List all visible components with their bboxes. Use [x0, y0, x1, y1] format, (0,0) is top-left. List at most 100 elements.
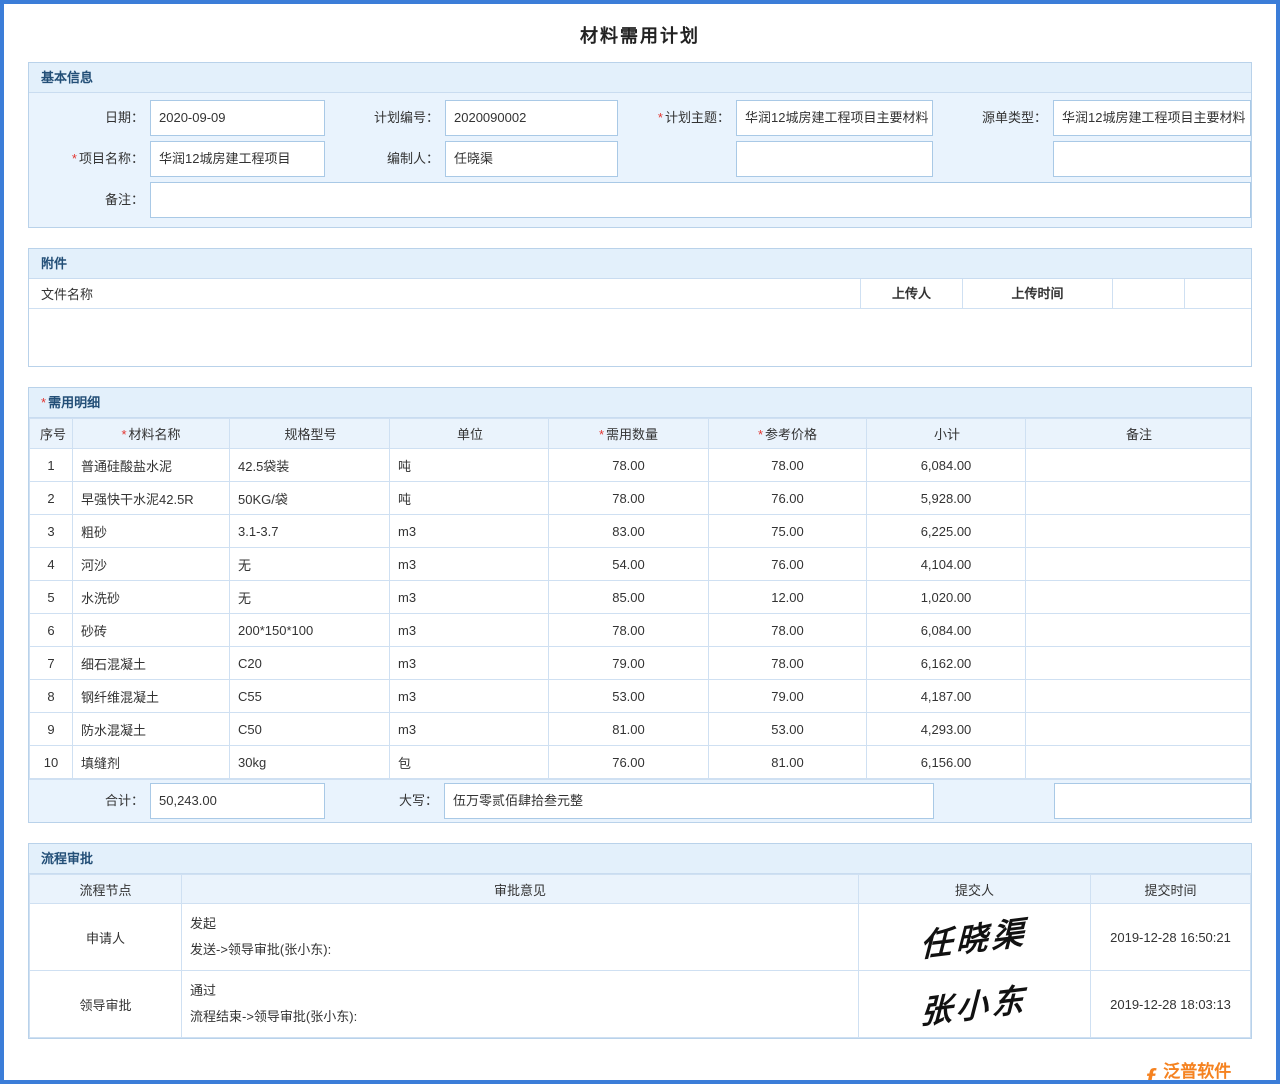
- cell-unit[interactable]: m3: [390, 647, 549, 680]
- preparer-field[interactable]: 任晓渠: [445, 141, 618, 177]
- cell-qty[interactable]: 83.00: [549, 515, 709, 548]
- cell-price[interactable]: 81.00: [709, 746, 867, 779]
- cell-signature: 张小东: [859, 971, 1091, 1038]
- cell-spec[interactable]: 42.5袋装: [230, 449, 390, 482]
- cell-unit[interactable]: m3: [390, 548, 549, 581]
- cell-subtotal: 6,084.00: [867, 614, 1026, 647]
- cell-price[interactable]: 78.00: [709, 449, 867, 482]
- detail-row: 3 粗砂 3.1-3.7 m3 83.00 75.00 6,225.00: [30, 515, 1251, 548]
- cell-unit[interactable]: m3: [390, 515, 549, 548]
- cell-remark[interactable]: [1026, 647, 1251, 680]
- source-type-field[interactable]: 华润12城房建工程项目主要材料: [1053, 100, 1251, 136]
- cell-remark[interactable]: [1026, 548, 1251, 581]
- cell-no: 10: [30, 746, 73, 779]
- cell-no: 7: [30, 647, 73, 680]
- cell-qty[interactable]: 81.00: [549, 713, 709, 746]
- cell-material[interactable]: 水洗砂: [73, 581, 230, 614]
- cell-material[interactable]: 砂砖: [73, 614, 230, 647]
- cell-material[interactable]: 填缝剂: [73, 746, 230, 779]
- detail-row: 7 细石混凝土 C20 m3 79.00 78.00 6,162.00: [30, 647, 1251, 680]
- cell-qty[interactable]: 54.00: [549, 548, 709, 581]
- cell-price[interactable]: 79.00: [709, 680, 867, 713]
- cell-opinion: 通过 流程结束->领导审批(张小东):: [182, 971, 859, 1038]
- cell-spec[interactable]: C50: [230, 713, 390, 746]
- cell-remark[interactable]: [1026, 515, 1251, 548]
- brand-text: 泛普软件 www.fanpusoft.com: [1163, 1063, 1250, 1084]
- cell-unit[interactable]: 包: [390, 746, 549, 779]
- plan-subject-field[interactable]: 华润12城房建工程项目主要材料: [736, 100, 933, 136]
- cell-material[interactable]: 普通硅酸盐水泥: [73, 449, 230, 482]
- cell-material[interactable]: 河沙: [73, 548, 230, 581]
- cell-material[interactable]: 细石混凝土: [73, 647, 230, 680]
- cell-unit[interactable]: m3: [390, 614, 549, 647]
- cell-unit[interactable]: 吨: [390, 449, 549, 482]
- cell-spec[interactable]: 50KG/袋: [230, 482, 390, 515]
- col-header-price: *参考价格: [709, 419, 867, 449]
- cell-price[interactable]: 12.00: [709, 581, 867, 614]
- cell-price[interactable]: 76.00: [709, 482, 867, 515]
- cell-subtotal: 4,104.00: [867, 548, 1026, 581]
- cell-subtotal: 6,156.00: [867, 746, 1026, 779]
- cell-material[interactable]: 早强快干水泥42.5R: [73, 482, 230, 515]
- remark-field[interactable]: [150, 182, 1251, 218]
- detail-header-row: 序号 *材料名称 规格型号 单位 *需用数量 *参考价格 小计 备注: [30, 419, 1251, 449]
- cell-price[interactable]: 78.00: [709, 614, 867, 647]
- cell-price[interactable]: 76.00: [709, 548, 867, 581]
- cell-no: 9: [30, 713, 73, 746]
- cell-remark[interactable]: [1026, 713, 1251, 746]
- empty-field-1[interactable]: [736, 141, 933, 177]
- cell-remark[interactable]: [1026, 482, 1251, 515]
- cell-material[interactable]: 防水混凝土: [73, 713, 230, 746]
- cell-qty[interactable]: 76.00: [549, 746, 709, 779]
- detail-row: 5 水洗砂 无 m3 85.00 12.00 1,020.00: [30, 581, 1251, 614]
- cell-spec[interactable]: 30kg: [230, 746, 390, 779]
- attachments-section: 附件 文件名称 上传人 上传时间: [28, 248, 1252, 367]
- cell-material[interactable]: 钢纤维混凝土: [73, 680, 230, 713]
- required-mark: *: [658, 110, 663, 125]
- cell-qty[interactable]: 78.00: [549, 614, 709, 647]
- cell-no: 4: [30, 548, 73, 581]
- cell-remark[interactable]: [1026, 746, 1251, 779]
- cell-spec[interactable]: 无: [230, 548, 390, 581]
- brand-name: 泛普软件: [1163, 1063, 1231, 1082]
- cell-spec[interactable]: C20: [230, 647, 390, 680]
- cell-price[interactable]: 75.00: [709, 515, 867, 548]
- cell-subtotal: 6,084.00: [867, 449, 1026, 482]
- cell-spec[interactable]: C55: [230, 680, 390, 713]
- cell-remark[interactable]: [1026, 680, 1251, 713]
- approval-row: 申请人 发起 发送->领导审批(张小东): 任晓渠 2019-12-28 16:…: [30, 904, 1251, 971]
- empty-field-2[interactable]: [1053, 141, 1251, 177]
- cell-material[interactable]: 粗砂: [73, 515, 230, 548]
- cell-remark[interactable]: [1026, 581, 1251, 614]
- cell-unit[interactable]: m3: [390, 680, 549, 713]
- attachments-extra-cell: [1184, 279, 1251, 309]
- cell-qty[interactable]: 78.00: [549, 482, 709, 515]
- col-header-subtotal: 小计: [867, 419, 1026, 449]
- detail-row: 9 防水混凝土 C50 m3 81.00 53.00 4,293.00: [30, 713, 1251, 746]
- cell-submit-time: 2019-12-28 18:03:13: [1091, 971, 1251, 1038]
- uploader-column-header: 上传人: [860, 279, 962, 309]
- detail-row: 10 填缝剂 30kg 包 76.00 81.00 6,156.00: [30, 746, 1251, 779]
- cell-unit[interactable]: m3: [390, 713, 549, 746]
- cell-price[interactable]: 78.00: [709, 647, 867, 680]
- cell-qty[interactable]: 79.00: [549, 647, 709, 680]
- cell-spec[interactable]: 3.1-3.7: [230, 515, 390, 548]
- date-field[interactable]: 2020-09-09: [150, 100, 325, 136]
- footer-empty-field: [1054, 783, 1251, 819]
- cell-no: 3: [30, 515, 73, 548]
- cell-qty[interactable]: 78.00: [549, 449, 709, 482]
- cell-submit-time: 2019-12-28 16:50:21: [1091, 904, 1251, 971]
- cell-qty[interactable]: 85.00: [549, 581, 709, 614]
- cell-unit[interactable]: 吨: [390, 482, 549, 515]
- cell-spec[interactable]: 200*150*100: [230, 614, 390, 647]
- cell-price[interactable]: 53.00: [709, 713, 867, 746]
- cell-spec[interactable]: 无: [230, 581, 390, 614]
- plan-no-field[interactable]: 2020090002: [445, 100, 618, 136]
- cell-qty[interactable]: 53.00: [549, 680, 709, 713]
- cell-unit[interactable]: m3: [390, 581, 549, 614]
- col-header-qty: *需用数量: [549, 419, 709, 449]
- cell-remark[interactable]: [1026, 449, 1251, 482]
- approval-table: 流程节点 审批意见 提交人 提交时间 申请人 发起 发送->领导审批(张小东):: [29, 874, 1251, 1038]
- cell-remark[interactable]: [1026, 614, 1251, 647]
- project-name-field[interactable]: 华润12城房建工程项目: [150, 141, 325, 177]
